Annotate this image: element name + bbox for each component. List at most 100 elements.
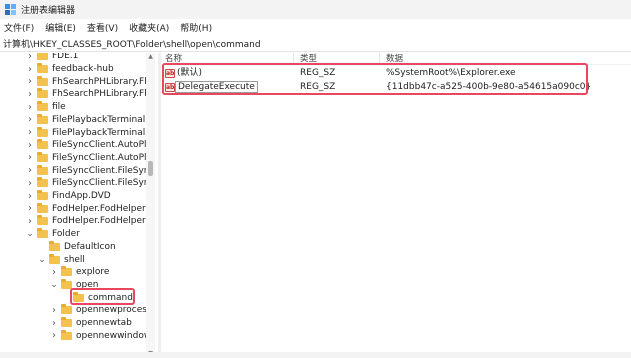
window-title: 注册表编辑器 [21,6,76,16]
tree-item[interactable]: ⌄ shell [38,253,85,266]
tree-item-label: opennewtab [76,318,132,329]
folder-icon [49,253,60,264]
tree-item[interactable]: › FhSearchPHLibrary.Fh [26,75,150,88]
folder-icon [37,101,48,112]
folder-icon [37,88,48,99]
chevron-right-icon[interactable]: › [26,203,34,214]
tree-item-label: FDE.1 [52,53,79,62]
folder-icon [37,139,48,150]
tree-item-label: FileSyncClient.AutoPla [52,140,153,151]
tree-item-label: FindApp.DVD [52,191,111,202]
tree-item-label: shell [64,254,85,265]
folder-icon [37,113,48,124]
chevron-right-icon[interactable]: › [26,64,34,75]
menu-file[interactable]: 文件(F) [4,21,34,34]
tree-item-label: feedback-hub [52,64,114,75]
tree-item-label: opennewwindow [76,330,152,341]
tree-item-label: FileSyncClient.AutoPla [52,152,153,163]
chevron-right-icon[interactable]: › [26,114,34,125]
tree-item[interactable]: DefaultIcon [38,240,116,254]
folder-icon [37,75,48,86]
tree-item-label: FhSearchPHLibrary.Fh [52,89,150,100]
scrollbar-thumb[interactable] [148,161,153,176]
folder-icon [37,164,48,175]
values-list: 名称 类型 数据 ab (默认) REG_SZ %SystemRoot%\Exp… [161,53,631,358]
folder-icon [49,240,60,251]
tree-item[interactable]: › FilePlaybackTerminal.I [26,126,151,139]
title-bar: 注册表编辑器 [0,0,631,19]
address-bar[interactable]: 计算机\HKEY_CLASSES_ROOT\Folder\shell\open\… [0,36,631,52]
folder-icon [37,190,48,201]
menu-view[interactable]: 查看(V) [87,21,118,34]
tree-item[interactable]: › FindApp.DVD [26,190,111,203]
tree-item-label: FhSearchPHLibrary.Fh [52,76,150,87]
chevron-right-icon[interactable]: › [26,89,34,100]
tree-item-label: FodHelper.FodHelperC [52,216,152,227]
tree-item[interactable]: › FodHelper.FodHelperC [26,202,152,215]
folder-icon [37,202,48,213]
chevron-right-icon[interactable]: › [50,330,58,341]
command-highlight-box [70,288,135,305]
folder-icon [61,329,72,340]
tree-item[interactable]: › FileSyncClient.FileSync [26,177,154,190]
tree-item[interactable]: › FilePlaybackTerminal.I [26,113,151,127]
chevron-down-icon[interactable]: ⌄ [26,229,34,239]
tree-item[interactable]: › FhSearchPHLibrary.Fh [26,88,150,101]
folder-icon [37,63,48,74]
chevron-right-icon[interactable]: › [26,165,34,176]
chevron-down-icon[interactable]: ⌄ [38,255,46,265]
tree-scrollbar[interactable]: ▲ ▼ [146,53,155,358]
chevron-right-icon[interactable]: › [26,152,34,163]
menu-favorites[interactable]: 收藏夹(A) [129,21,169,34]
tree-item-label: FileSyncClient.FileSync [52,178,155,189]
tree-item-label: file [52,102,66,113]
tree-item-label: opennewprocess [76,305,152,316]
tree-item[interactable]: › explore [50,266,109,279]
scroll-up-arrow-icon[interactable]: ▲ [146,53,155,61]
tree-item[interactable]: › feedback-hub [26,63,114,76]
folder-icon [61,317,72,328]
chevron-down-icon[interactable]: ⌄ [50,280,58,290]
chevron-right-icon[interactable]: › [26,76,34,87]
menu-help[interactable]: 帮助(H) [180,21,212,34]
tree-item[interactable]: › FileSyncClient.FileSync [26,164,154,177]
chevron-right-icon[interactable]: › [26,127,34,138]
tree-item[interactable]: › file [26,101,66,114]
chevron-right-icon[interactable]: › [26,102,34,113]
chevron-right-icon[interactable]: › [26,216,34,227]
tree-item[interactable]: › FDE.1 [26,53,78,63]
tree-item[interactable]: › FileSyncClient.AutoPla [26,151,153,165]
tree-item-label: DefaultIcon [64,241,116,252]
folder-icon [61,304,72,315]
menu-edit[interactable]: 编辑(E) [45,21,76,34]
key-tree: › FDE.1 › feedback-hub › FhSearchPHLibrary.Fh… [0,53,158,358]
tree-item[interactable]: › FodHelper.FodHelperC [26,215,152,228]
folder-icon [37,53,48,61]
chevron-right-icon[interactable]: › [26,191,34,202]
tree-item-label: FilePlaybackTerminal.I [52,127,151,138]
tree-item-label: FodHelper.FodHelperC [52,203,152,214]
status-bar [0,352,631,358]
tree-item-label: Folder [52,229,80,240]
tree-item[interactable]: › FileSyncClient.AutoPla [26,139,152,152]
tree-item[interactable]: › opennewtab [50,317,132,330]
tree-item-label: FilePlaybackTerminal.I [52,114,151,125]
tree-item-label: FileSyncClient.FileSync [52,165,155,176]
registry-editor-icon [5,3,17,16]
chevron-right-icon[interactable]: › [50,267,58,278]
chevron-right-icon[interactable]: › [50,318,58,329]
folder-icon [37,228,48,239]
folder-icon [37,177,48,188]
tree-item[interactable]: › opennewprocess [50,304,152,317]
tree-item[interactable]: ⌄ Folder [26,228,80,241]
chevron-right-icon[interactable]: › [50,305,58,316]
chevron-right-icon[interactable]: › [26,140,34,151]
chevron-right-icon[interactable]: › [26,53,34,62]
chevron-right-icon[interactable]: › [26,178,34,189]
menu-bar: 文件(F) 编辑(E) 查看(V) 收藏夹(A) 帮助(H) [0,19,631,36]
folder-icon [37,151,48,162]
tree-item[interactable]: › opennewwindow [50,329,151,342]
folder-icon [37,215,48,226]
